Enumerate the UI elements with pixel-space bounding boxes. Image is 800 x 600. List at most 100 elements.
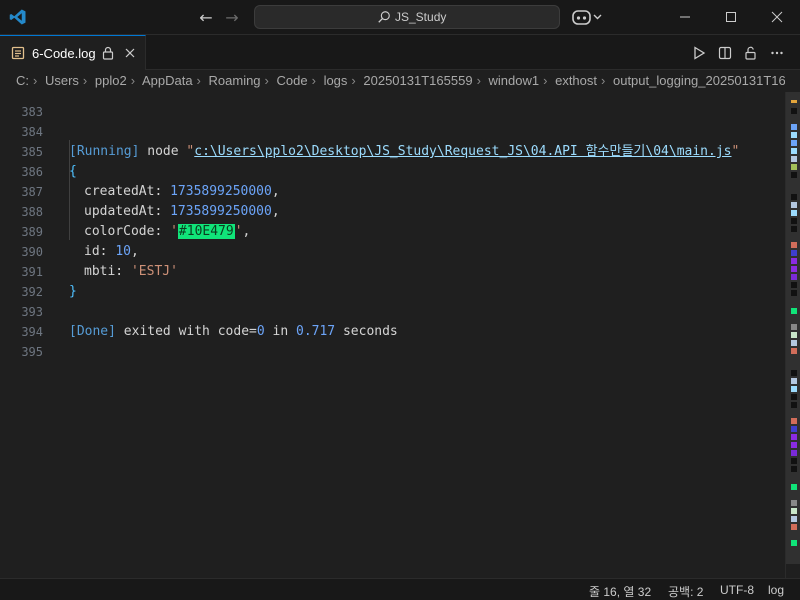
ruler-mark <box>791 508 797 514</box>
arrow-left-icon[interactable]: ← <box>195 7 217 29</box>
ruler-mark <box>791 164 797 170</box>
ruler-mark <box>791 516 797 522</box>
breadcrumb-item[interactable]: pplo2 <box>95 73 127 88</box>
ruler-mark <box>791 386 797 392</box>
chevron-right-icon: › <box>196 73 201 88</box>
ruler-mark <box>791 274 797 280</box>
ruler-mark <box>791 290 797 296</box>
cursor-position[interactable]: 줄 16, 열 32 <box>589 583 651 600</box>
ruler-mark <box>791 442 797 448</box>
breadcrumb-item[interactable]: Roaming <box>209 73 261 88</box>
ruler-mark <box>791 426 797 432</box>
chevron-right-icon: › <box>543 73 548 88</box>
search-icon <box>378 11 390 23</box>
ruler-mark <box>791 108 797 114</box>
code-line: 383 <box>0 92 785 119</box>
tab-label: 6-Code.log <box>32 46 96 61</box>
editor[interactable]: 383 384 [Running] node "c:\Users\pplo2\D… <box>0 92 785 578</box>
command-center-search[interactable]: JS_Study <box>254 5 560 29</box>
arrow-right-icon[interactable]: → <box>221 7 243 29</box>
breadcrumb-item[interactable]: logs <box>324 73 348 88</box>
ruler-mark <box>791 218 797 224</box>
ruler-mark <box>791 124 797 130</box>
breadcrumb-item[interactable]: exthost <box>555 73 597 88</box>
ruler-mark <box>791 210 797 216</box>
tab-bar: 6-Code.log <box>0 35 800 70</box>
ruler-mark <box>791 340 797 346</box>
ruler-mark <box>791 172 797 178</box>
code-line: 390 mbti: 'ESTJ' <box>0 222 785 279</box>
chevron-right-icon: › <box>476 73 481 88</box>
ruler-mark <box>791 458 797 464</box>
status-bar: 줄 16, 열 32 공백: 2 UTF-8 log <box>0 578 800 600</box>
breadcrumb-item[interactable]: C: <box>16 73 29 88</box>
code-line: 388 colorCode: '#10E479', <box>0 182 785 239</box>
ruler-mark <box>791 242 797 248</box>
chevron-right-icon: › <box>351 73 356 88</box>
ruler-mark <box>791 418 797 424</box>
maximize-icon[interactable] <box>708 0 754 34</box>
breadcrumb-item[interactable]: Users <box>45 73 79 88</box>
code-line: 395 <box>0 322 785 359</box>
ruler-mark <box>791 500 797 506</box>
breadcrumb-item[interactable]: Code <box>277 73 308 88</box>
breadcrumb-item[interactable]: AppData <box>142 73 193 88</box>
ruler-mark <box>791 540 797 546</box>
code-line: 387 updatedAt: 1735899250000, <box>0 162 785 219</box>
unlock-icon[interactable] <box>738 35 764 70</box>
ruler-mark <box>791 202 797 208</box>
minimize-icon[interactable] <box>662 0 708 34</box>
encoding[interactable]: UTF-8 <box>720 583 754 597</box>
ruler-mark <box>791 434 797 440</box>
ruler-mark <box>791 332 797 338</box>
indentation[interactable]: 공백: 2 <box>668 583 703 600</box>
vertical-scrollbar[interactable] <box>785 92 800 578</box>
close-icon[interactable] <box>754 0 800 34</box>
split-editor-icon[interactable] <box>712 35 738 70</box>
chevron-right-icon: › <box>130 73 136 88</box>
vscode-logo-icon <box>9 9 26 25</box>
code-line: 386 createdAt: 1735899250000, <box>0 142 785 199</box>
run-icon[interactable] <box>686 35 712 70</box>
ruler-mark <box>791 466 797 472</box>
ruler-mark <box>791 148 797 154</box>
ruler-mark <box>791 258 797 264</box>
code-line: 384 [Running] node "c:\Users\pplo2\Deskt… <box>0 102 785 159</box>
ruler-mark <box>791 524 797 530</box>
ruler-mark <box>791 282 797 288</box>
command-center-text: JS_Study <box>395 10 447 24</box>
chevron-right-icon: › <box>82 73 88 88</box>
title-bar: ← → JS_Study <box>0 0 800 35</box>
ruler-mark <box>791 100 797 103</box>
language-mode[interactable]: log <box>768 583 784 597</box>
chevron-right-icon: › <box>264 73 269 88</box>
ruler-mark <box>791 450 797 456</box>
close-tab-icon[interactable] <box>124 47 136 59</box>
ruler-mark <box>791 308 797 314</box>
code-line: 385 { <box>0 122 785 179</box>
code-line: 392 <box>0 262 785 299</box>
ruler-mark <box>791 194 797 200</box>
ruler-mark <box>791 484 797 490</box>
line-number: 395 <box>21 345 43 359</box>
breadcrumb: C: › Users › pplo2 › AppData › Roaming › Code… <box>0 70 785 92</box>
ruler-mark <box>791 140 797 146</box>
lock-icon <box>102 46 114 60</box>
code-line: 394 <box>0 302 785 339</box>
ruler-mark <box>791 394 797 400</box>
breadcrumb-item[interactable]: window1 <box>489 73 540 88</box>
code-line: 391 } <box>0 242 785 299</box>
ruler-mark <box>791 266 797 272</box>
tab-6-code-log[interactable]: 6-Code.log <box>0 35 146 70</box>
code-line: 393 [Done] exited with code=0 in 0.717 s… <box>0 282 785 339</box>
breadcrumb-item[interactable]: output_logging_20250131T165607 <box>613 73 785 88</box>
ruler-mark <box>791 250 797 256</box>
code-line: 389 id: 10, <box>0 202 785 259</box>
ruler-mark <box>791 226 797 232</box>
more-icon[interactable] <box>764 35 790 70</box>
copilot-icon[interactable] <box>571 8 603 26</box>
ruler-mark <box>791 402 797 408</box>
ruler-mark <box>791 348 797 354</box>
ruler-mark <box>791 370 797 376</box>
breadcrumb-item[interactable]: 20250131T165559 <box>363 73 472 88</box>
